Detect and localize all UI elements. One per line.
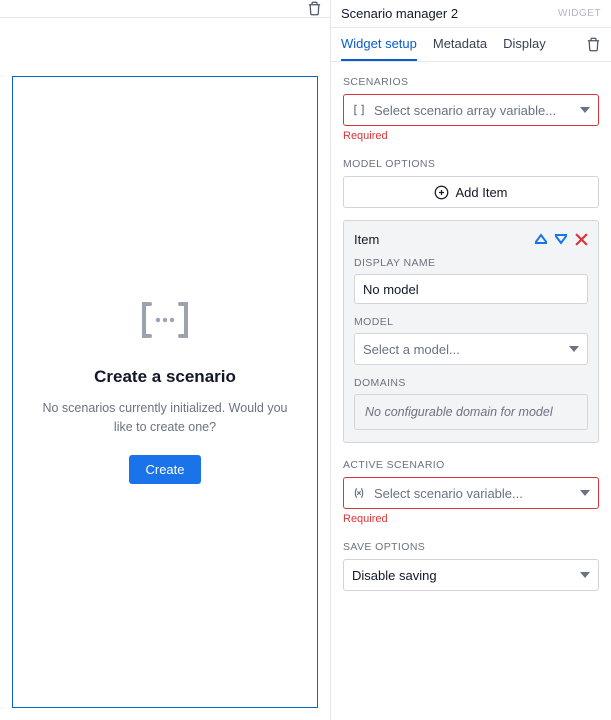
active-scenario-label: ACTIVE SCENARIO	[343, 459, 599, 471]
tabs-row: Widget setup Metadata Display	[331, 28, 611, 62]
tab-metadata[interactable]: Metadata	[433, 28, 487, 61]
preview-box: Create a scenario No scenarios currently…	[12, 76, 318, 708]
save-options-label: SAVE OPTIONS	[343, 541, 599, 553]
save-options-group: SAVE OPTIONS Disable saving	[343, 541, 599, 591]
move-up-icon[interactable]	[535, 233, 547, 245]
item-title: Item	[354, 232, 379, 247]
scenarios-required: Required	[343, 130, 599, 142]
save-options-value: Disable saving	[352, 568, 437, 583]
display-name-input[interactable]	[354, 274, 588, 304]
scenario-placeholder-icon	[140, 300, 190, 343]
tab-display[interactable]: Display	[503, 28, 546, 61]
array-variable-icon	[352, 103, 366, 117]
preview-panel: Create a scenario No scenarios currently…	[0, 0, 331, 720]
remove-item-icon[interactable]	[575, 233, 588, 246]
create-button[interactable]: Create	[129, 455, 200, 484]
move-down-icon[interactable]	[555, 233, 567, 245]
save-options-select[interactable]: Disable saving	[343, 559, 599, 591]
model-label: MODEL	[354, 316, 588, 328]
variable-icon	[352, 486, 366, 500]
item-actions	[535, 233, 588, 246]
config-panel: Scenario manager 2 WIDGET Widget setup M…	[331, 0, 611, 720]
preview-description: No scenarios currently initialized. Woul…	[35, 399, 295, 437]
item-body: DISPLAY NAME MODEL Select a model...	[344, 257, 598, 442]
widget-badge: WIDGET	[558, 8, 601, 19]
display-name-label: DISPLAY NAME	[354, 257, 588, 269]
tab-widget-setup[interactable]: Widget setup	[341, 28, 417, 61]
model-placeholder: Select a model...	[363, 342, 460, 357]
preview-toolbar	[0, 0, 330, 18]
model-options-label: MODEL OPTIONS	[343, 158, 599, 170]
form-area: SCENARIOS Select scenario array variable…	[331, 62, 611, 720]
model-select[interactable]: Select a model...	[354, 333, 588, 365]
model-options-group: MODEL OPTIONS Add Item Item	[343, 158, 599, 443]
active-scenario-select[interactable]: Select scenario variable...	[343, 477, 599, 509]
add-item-label: Add Item	[455, 185, 507, 200]
model-item-card: Item DISPLAY NAME MODEL	[343, 220, 599, 443]
scenarios-label: SCENARIOS	[343, 76, 599, 88]
trash-icon[interactable]	[586, 37, 601, 52]
item-header: Item	[344, 221, 598, 257]
display-name-subgroup: DISPLAY NAME	[354, 257, 588, 304]
tabs: Widget setup Metadata Display	[341, 28, 546, 61]
preview-title: Create a scenario	[94, 367, 236, 387]
domains-empty-message: No configurable domain for model	[354, 394, 588, 430]
config-header: Scenario manager 2 WIDGET	[331, 0, 611, 28]
domains-label: DOMAINS	[354, 377, 588, 389]
active-scenario-placeholder: Select scenario variable...	[374, 486, 523, 501]
domains-subgroup: DOMAINS No configurable domain for model	[354, 377, 588, 430]
active-scenario-group: ACTIVE SCENARIO Select scenario variable…	[343, 459, 599, 525]
scenarios-placeholder: Select scenario array variable...	[374, 103, 556, 118]
caret-down-icon	[569, 346, 579, 352]
add-item-button[interactable]: Add Item	[343, 176, 599, 208]
scenarios-group: SCENARIOS Select scenario array variable…	[343, 76, 599, 142]
trash-icon[interactable]	[307, 1, 322, 16]
scenarios-select[interactable]: Select scenario array variable...	[343, 94, 599, 126]
preview-area: Create a scenario No scenarios currently…	[0, 18, 330, 720]
caret-down-icon	[580, 490, 590, 496]
caret-down-icon	[580, 572, 590, 578]
active-scenario-required: Required	[343, 513, 599, 525]
plus-circle-icon	[434, 185, 449, 200]
widget-title: Scenario manager 2	[341, 6, 458, 21]
caret-down-icon	[580, 107, 590, 113]
model-subgroup: MODEL Select a model...	[354, 316, 588, 365]
